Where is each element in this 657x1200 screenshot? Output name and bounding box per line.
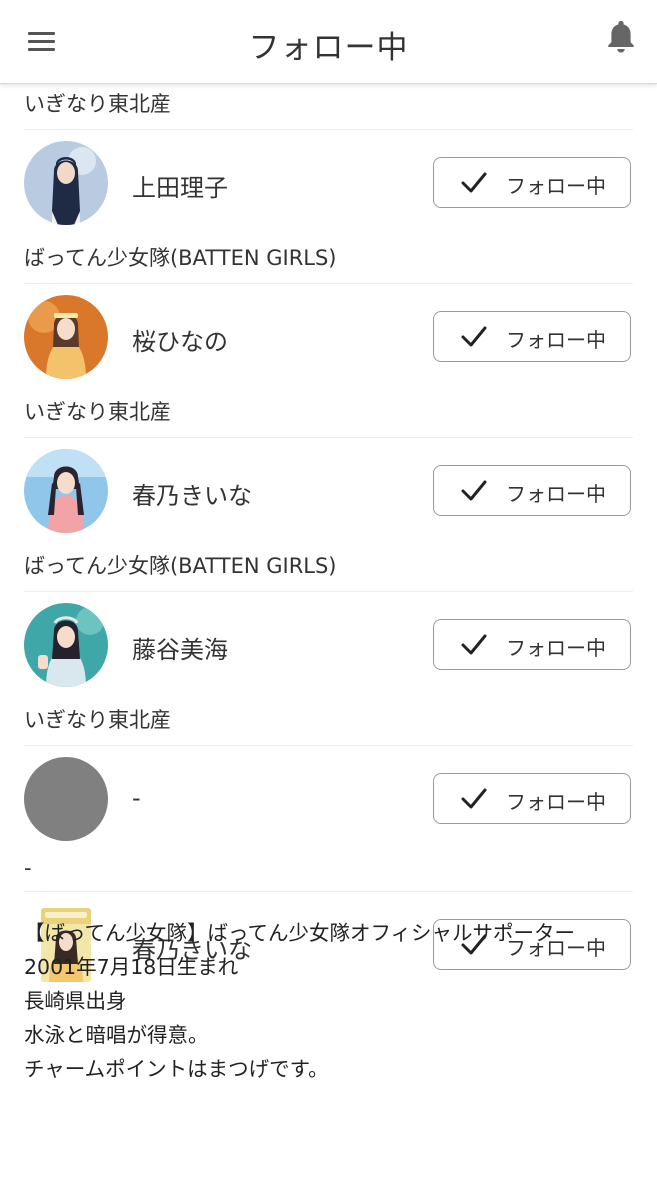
- following-button[interactable]: フォロー中: [433, 465, 631, 516]
- check-icon: [461, 634, 487, 655]
- following-button-label: フォロー中: [506, 174, 606, 198]
- member-name[interactable]: 桜ひなの: [132, 322, 228, 357]
- check-icon: [461, 788, 487, 809]
- check-icon: [461, 172, 487, 193]
- following-button[interactable]: フォロー中: [433, 773, 631, 824]
- member-name[interactable]: 藤谷美海: [132, 630, 228, 665]
- bio-line: 2001年7月18日生まれ: [24, 955, 239, 979]
- avatar[interactable]: [24, 141, 108, 225]
- check-icon: [461, 326, 487, 347]
- group-label: -: [24, 856, 32, 880]
- following-button-label: フォロー中: [506, 482, 606, 506]
- divider: [24, 891, 633, 892]
- following-button[interactable]: フォロー中: [433, 619, 631, 670]
- group-label: いぎなり東北産: [24, 400, 171, 424]
- check-icon: [461, 480, 487, 501]
- bio-line: 【ばってん少女隊】ばってん少女隊オフィシャルサポーター: [24, 921, 576, 945]
- following-button[interactable]: フォロー中: [433, 157, 631, 208]
- avatar-placeholder[interactable]: [24, 757, 108, 841]
- following-button-label: フォロー中: [506, 790, 606, 814]
- member-bio: 【ばってん少女隊】ばってん少女隊オフィシャルサポーター 2001年7月18日生ま…: [24, 916, 575, 1086]
- divider: [24, 437, 633, 438]
- bio-line: 長崎県出身: [24, 989, 127, 1013]
- group-label: いぎなり東北産: [24, 92, 171, 116]
- group-label: ばってん少女隊(BATTEN GIRLS): [24, 246, 337, 270]
- following-button[interactable]: フォロー中: [433, 311, 631, 362]
- avatar[interactable]: [24, 449, 108, 533]
- divider: [24, 591, 633, 592]
- divider: [24, 129, 633, 130]
- group-label: ばってん少女隊(BATTEN GIRLS): [24, 554, 337, 578]
- divider: [24, 283, 633, 284]
- member-name[interactable]: -: [132, 784, 141, 812]
- member-name[interactable]: 春乃きいな: [132, 476, 252, 511]
- bio-line: チャームポイントはまつげです。: [24, 1057, 329, 1081]
- avatar[interactable]: [24, 295, 108, 379]
- group-label: いぎなり東北産: [24, 708, 171, 732]
- avatar[interactable]: [24, 603, 108, 687]
- following-button-label: フォロー中: [506, 636, 606, 660]
- bell-icon[interactable]: [604, 18, 638, 54]
- app-header: フォロー中: [0, 0, 657, 84]
- page-title: フォロー中: [248, 30, 409, 66]
- divider: [24, 745, 633, 746]
- following-button-label: フォロー中: [506, 328, 606, 352]
- member-name[interactable]: 上田理子: [132, 168, 228, 203]
- bio-line: 水泳と暗唱が得意。: [24, 1023, 209, 1047]
